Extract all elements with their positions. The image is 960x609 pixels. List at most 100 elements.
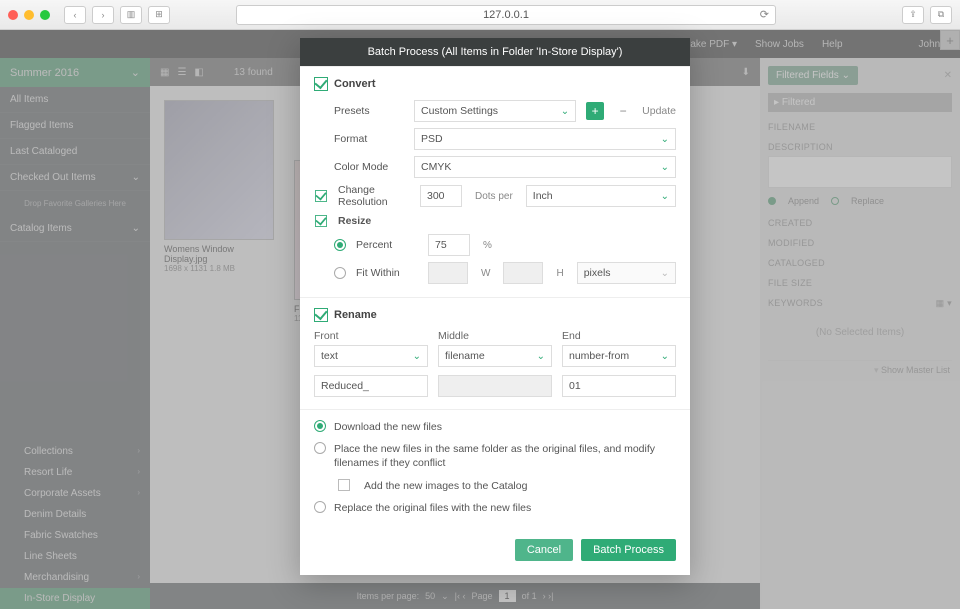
format-label: Format	[314, 133, 404, 145]
grid-button[interactable]: ⊞	[148, 6, 170, 24]
replace-radio[interactable]	[831, 197, 839, 205]
tree-merchandising[interactable]: Merchandising›	[0, 567, 150, 588]
end-text-input[interactable]: 01	[562, 375, 676, 397]
output-options-section: Download the new files Place the new fil…	[300, 409, 690, 529]
url-text: 127.0.0.1	[483, 9, 529, 21]
tree-fabric-swatches[interactable]: Fabric Swatches	[0, 525, 150, 546]
pager-size[interactable]: 50	[425, 591, 435, 601]
description-textarea[interactable]	[768, 156, 952, 188]
fit-within-radio[interactable]	[334, 267, 346, 279]
sidebar-catalog-items[interactable]: Catalog Items ⌄	[0, 216, 150, 242]
tabs-button[interactable]: ⧉	[930, 6, 952, 24]
colormode-select[interactable]: CMYK ⌄	[414, 156, 676, 178]
size-unit-value: pixels	[584, 267, 611, 279]
chevron-down-icon: ⌄	[132, 223, 140, 234]
grid-icon[interactable]: ▦ ▾	[936, 298, 952, 309]
tree-collections[interactable]: Collections›	[0, 441, 150, 462]
chevron-down-icon: ⌄	[561, 106, 569, 117]
same-folder-radio[interactable]	[314, 442, 326, 454]
rename-checkbox[interactable]	[314, 308, 328, 322]
view-detail-icon[interactable]: ◧	[194, 67, 203, 78]
zoom-window-icon[interactable]	[40, 10, 50, 20]
minimize-window-icon[interactable]	[24, 10, 34, 20]
remove-preset-button[interactable]: −	[614, 102, 632, 120]
size-unit-select[interactable]: pixels ⌄	[577, 262, 676, 284]
view-list-icon[interactable]: ☰	[177, 67, 186, 78]
percent-input[interactable]: 75	[428, 234, 470, 256]
add-to-catalog-checkbox[interactable]	[338, 479, 350, 491]
fit-within-label: Fit Within	[356, 267, 418, 279]
back-button[interactable]: ‹	[64, 6, 86, 24]
tree-in-store-display[interactable]: In-Store Display	[0, 588, 150, 609]
sidebar-header[interactable]: Summer 2016 ⌄	[0, 58, 150, 87]
front-type-select[interactable]: text⌄	[314, 345, 428, 367]
tree-resort-life[interactable]: Resort Life›	[0, 462, 150, 483]
tree-corporate-assets[interactable]: Corporate Assets›	[0, 483, 150, 504]
end-text-value: 01	[569, 380, 581, 392]
replace-originals-radio[interactable]	[314, 501, 326, 513]
resize-checkbox[interactable]	[315, 215, 327, 227]
sidebar-item-label: Flagged Items	[10, 120, 73, 131]
close-icon[interactable]: ✕	[944, 70, 952, 81]
download-icon[interactable]: ⬇	[742, 67, 750, 78]
sidebar-flagged-items[interactable]: Flagged Items	[0, 113, 150, 139]
menu-make-pdf[interactable]: Make PDF ▾	[682, 39, 737, 50]
pager-page-value[interactable]: 1	[499, 590, 516, 602]
end-header: End	[562, 330, 676, 342]
share-button[interactable]: ⇪	[902, 6, 924, 24]
sidebar-all-items[interactable]: All Items	[0, 87, 150, 113]
add-preset-button[interactable]: +	[586, 102, 604, 120]
format-select[interactable]: PSD ⌄	[414, 128, 676, 150]
convert-checkbox[interactable]	[314, 77, 328, 91]
end-type-select[interactable]: number-from⌄	[562, 345, 676, 367]
thumbnail-meta: 1698 x 1131 1.8 MB	[164, 264, 274, 273]
front-header: Front	[314, 330, 428, 342]
batch-process-button[interactable]: Batch Process	[581, 539, 676, 561]
sidebar-checked-out[interactable]: Checked Out Items⌄	[0, 165, 150, 191]
tree-line-sheets[interactable]: Line Sheets	[0, 546, 150, 567]
label-modified: MODIFIED	[768, 238, 952, 248]
sidebar-last-cataloged[interactable]: Last Cataloged	[0, 139, 150, 165]
middle-type-select[interactable]: filename⌄	[438, 345, 552, 367]
chevron-down-icon: ⌄	[131, 66, 140, 79]
change-resolution-checkbox[interactable]	[315, 190, 327, 202]
new-tab-button[interactable]: +	[940, 30, 960, 50]
sidebar-item-label: Catalog Items	[10, 223, 72, 234]
rename-section: Rename Front text⌄ Middle filename⌄ End …	[300, 297, 690, 409]
thumbnail-item[interactable]: Womens Window Display.jpg 1698 x 1131 1.…	[164, 100, 274, 323]
resolution-unit-select[interactable]: Inch ⌄	[526, 185, 676, 207]
close-window-icon[interactable]	[8, 10, 18, 20]
front-text-value: Reduced_	[321, 380, 369, 392]
menu-show-jobs[interactable]: Show Jobs	[755, 39, 804, 50]
percent-radio[interactable]	[334, 239, 346, 251]
height-input[interactable]	[503, 262, 543, 284]
inspector-filtered-header: ▸ Filtered	[768, 93, 952, 112]
tree-denim-details[interactable]: Denim Details	[0, 504, 150, 525]
middle-text-input	[438, 375, 552, 397]
filtered-fields-pill[interactable]: Filtered Fields ⌄	[768, 66, 858, 85]
append-radio[interactable]	[768, 197, 776, 205]
presets-select[interactable]: Custom Settings ⌄	[414, 100, 576, 122]
view-grid-icon[interactable]: ▦	[160, 67, 169, 78]
cancel-button[interactable]: Cancel	[515, 539, 573, 561]
forward-button[interactable]: ›	[92, 6, 114, 24]
chevron-down-icon: ⌄	[661, 162, 669, 173]
format-value: PSD	[421, 133, 443, 145]
reload-icon[interactable]: ⟳	[760, 8, 769, 21]
width-input[interactable]	[428, 262, 468, 284]
label-description: DESCRIPTION	[768, 142, 952, 152]
url-bar[interactable]: 127.0.0.1 ⟳	[236, 5, 776, 25]
front-text-input[interactable]: Reduced_	[314, 375, 428, 397]
pill-label: Filtered Fields	[776, 70, 839, 81]
show-master-list-link[interactable]: ▾ Show Master List	[768, 360, 952, 380]
pager-bar: Items per page: 50 ⌄ |‹ ‹ Page 1 of 1 › …	[150, 583, 760, 609]
percent-unit: %	[483, 240, 492, 251]
update-preset-link[interactable]: Update	[642, 105, 676, 117]
tree-item-label: Merchandising	[24, 572, 89, 583]
batch-process-dialog: Batch Process (All Items in Folder 'In-S…	[300, 38, 690, 575]
chevron-down-icon: ⌄	[537, 351, 545, 362]
resolution-input[interactable]: 300	[420, 185, 462, 207]
sidebar-toggle-button[interactable]: ▥	[120, 6, 142, 24]
menu-help[interactable]: Help	[822, 39, 843, 50]
download-new-files-radio[interactable]	[314, 420, 326, 432]
